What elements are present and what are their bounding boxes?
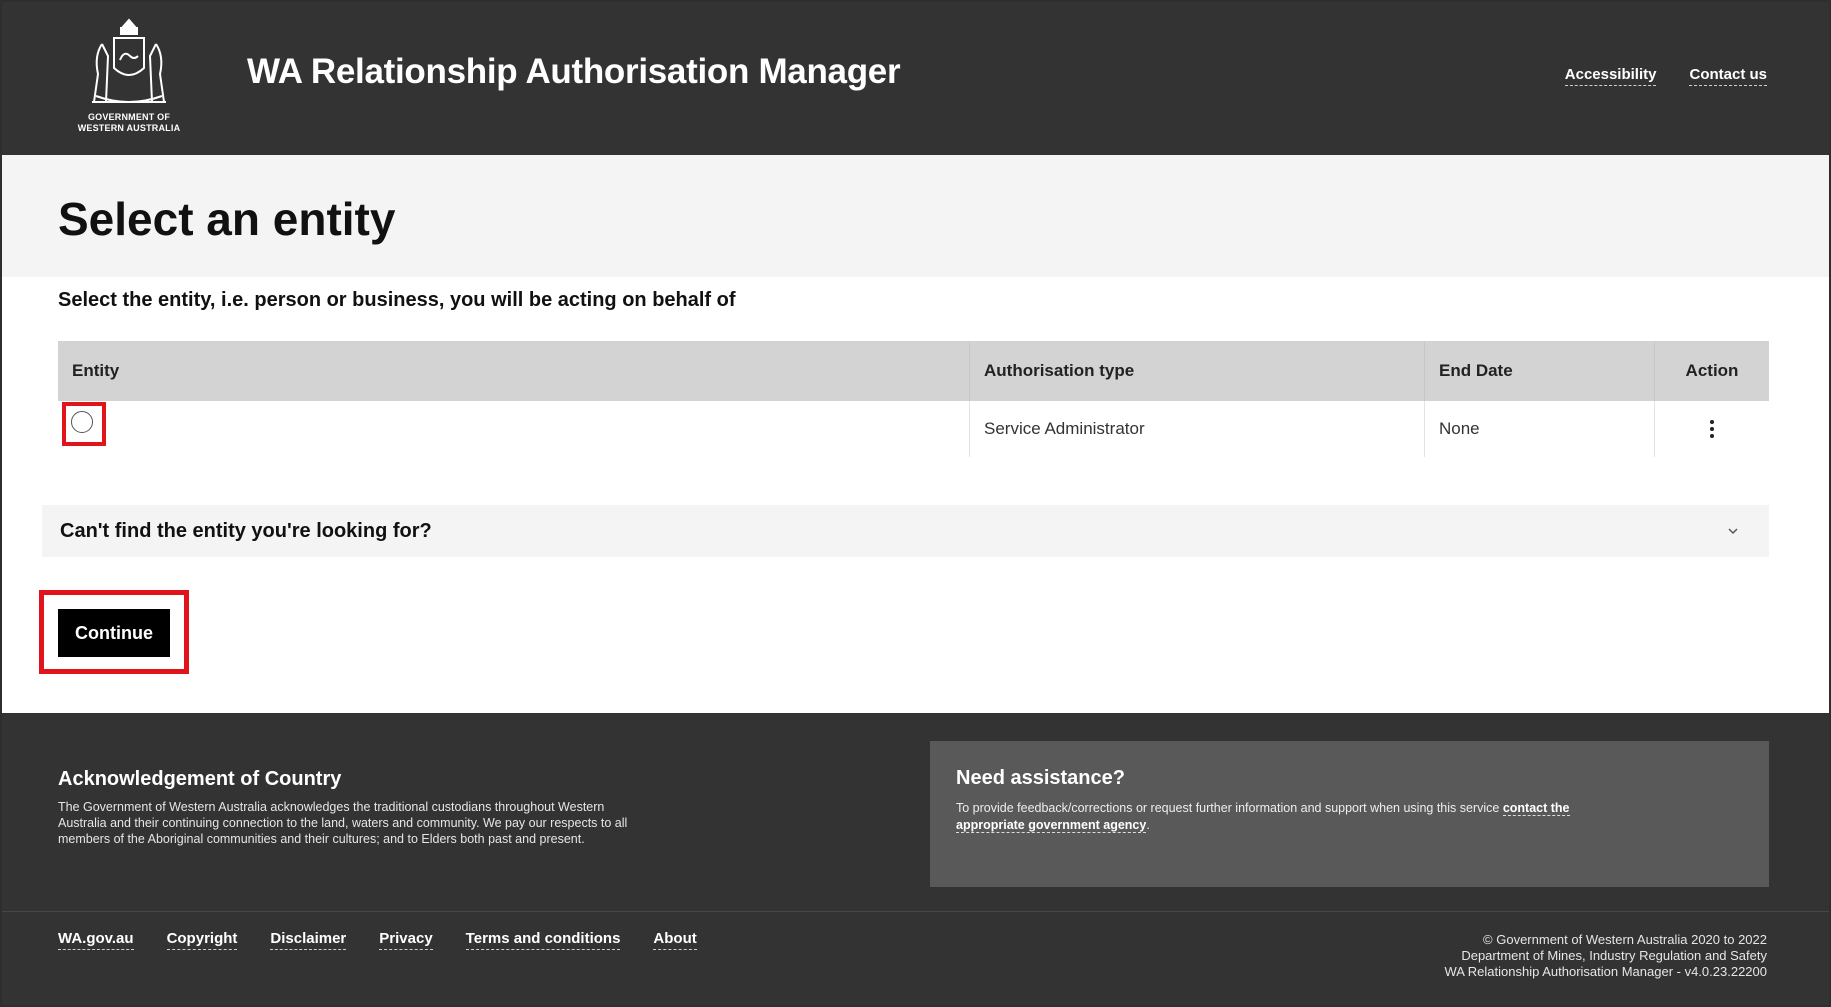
need-assistance-panel: Need assistance? To provide feedback/cor… (930, 741, 1769, 887)
more-options-icon[interactable] (1710, 420, 1714, 438)
continue-button[interactable]: Continue (58, 609, 170, 657)
about-link[interactable]: About (653, 930, 697, 950)
copyright-line-2: Department of Mines, Industry Regulation… (1461, 948, 1767, 963)
copyright-notice: © Government of Western Australia 2020 t… (1444, 932, 1767, 980)
coat-of-arms-icon (92, 18, 166, 103)
site-footer: Acknowledgement of Country The Governmen… (2, 713, 1829, 1005)
table-header-row: Entity Authorisation type End Date Actio… (58, 341, 1769, 401)
entity-cell (58, 401, 969, 457)
privacy-link[interactable]: Privacy (379, 930, 433, 950)
assistance-title: Need assistance? (956, 767, 1125, 789)
wa-gov-link[interactable]: WA.gov.au (58, 930, 134, 950)
instruction-text: Select the entity, i.e. person or busine… (58, 289, 736, 311)
ack-line-2: Australia and their continuing connectio… (58, 816, 628, 830)
accordion-label: Can't find the entity you're looking for… (60, 519, 432, 542)
column-header-end-date: End Date (1424, 341, 1654, 401)
acknowledgement-section: Acknowledgement of Country The Governmen… (58, 768, 778, 847)
acknowledgement-title: Acknowledgement of Country (58, 768, 342, 790)
page-title: Select an entity (58, 193, 396, 245)
entity-table: Entity Authorisation type End Date Actio… (58, 341, 1769, 457)
column-header-authorisation-type: Authorisation type (969, 341, 1424, 401)
footer-links: WA.gov.au Copyright Disclaimer Privacy T… (58, 930, 697, 950)
logo-text-line-2: WESTERN AUSTRALIA (77, 123, 181, 133)
ack-line-1: The Government of Western Australia ackn… (58, 800, 605, 814)
assistance-body: To provide feedback/corrections or reque… (956, 801, 1500, 815)
copyright-link[interactable]: Copyright (166, 930, 238, 950)
assistance-end: . (1146, 818, 1150, 832)
entity-radio-button[interactable] (71, 411, 93, 433)
footer-divider (2, 911, 1829, 912)
site-header: GOVERNMENT OF WESTERN AUSTRALIA WA Relat… (2, 2, 1829, 155)
disclaimer-link[interactable]: Disclaimer (270, 930, 347, 950)
authorisation-type-cell: Service Administrator (969, 401, 1424, 457)
action-cell (1654, 401, 1769, 457)
accessibility-link[interactable]: Accessibility (1564, 66, 1657, 86)
chevron-down-icon (1728, 528, 1738, 535)
ack-line-3: members of the Aboriginal communities an… (58, 832, 585, 846)
terms-link[interactable]: Terms and conditions (465, 930, 621, 950)
assistance-text: To provide feedback/corrections or reque… (956, 800, 1743, 834)
column-header-entity: Entity (72, 361, 120, 380)
end-date-cell: None (1424, 401, 1654, 457)
contact-us-link[interactable]: Contact us (1689, 66, 1767, 86)
copyright-line-3: WA Relationship Authorisation Manager - … (1444, 964, 1767, 979)
header-links: Accessibility Contact us (1564, 66, 1767, 86)
page-frame: GOVERNMENT OF WESTERN AUSTRALIA WA Relat… (0, 0, 1831, 1007)
cant-find-entity-accordion[interactable]: Can't find the entity you're looking for… (42, 505, 1769, 557)
acknowledgement-text: The Government of Western Australia ackn… (58, 799, 778, 847)
app-title: WA Relationship Authorisation Manager (247, 52, 901, 91)
copyright-line-1: © Government of Western Australia 2020 t… (1483, 932, 1767, 947)
government-logo[interactable]: GOVERNMENT OF WESTERN AUSTRALIA (64, 16, 194, 140)
logo-text: GOVERNMENT OF WESTERN AUSTRALIA (64, 112, 194, 134)
title-band: Select an entity (2, 155, 1829, 277)
table-row: Service Administrator None (58, 401, 1769, 457)
logo-text-line-1: GOVERNMENT OF (87, 112, 171, 122)
column-header-action: Action (1654, 341, 1769, 401)
